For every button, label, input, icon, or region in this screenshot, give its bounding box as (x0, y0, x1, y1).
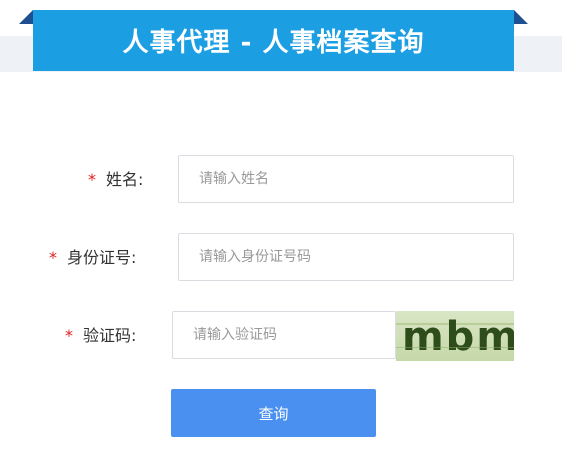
id-number-label: * 身份证号: (49, 248, 137, 267)
id-number-input[interactable] (178, 233, 514, 281)
name-input[interactable] (178, 155, 514, 203)
name-label: * 姓名: (88, 170, 144, 189)
page-banner: 人事代理 - 人事档案查询 (33, 10, 514, 71)
captcha-noise (396, 347, 514, 348)
query-button[interactable]: 查询 (171, 389, 376, 437)
id-number-row: * 身份证号: (0, 233, 562, 283)
captcha-image[interactable]: mbml (396, 311, 514, 361)
name-row: * 姓名: (0, 155, 562, 205)
captcha-label: * 验证码: (65, 326, 137, 345)
captcha-input[interactable] (172, 311, 396, 359)
required-mark: * (65, 326, 73, 345)
captcha-row: *验证码: mbml (0, 311, 562, 361)
required-mark: * (49, 248, 57, 267)
ribbon-fold-left (19, 10, 33, 24)
page-title: 人事代理 - 人事档案查询 (122, 28, 425, 58)
required-mark: * (88, 170, 96, 189)
ribbon-fold-right (514, 10, 528, 24)
captcha-text: mbml (402, 314, 514, 360)
